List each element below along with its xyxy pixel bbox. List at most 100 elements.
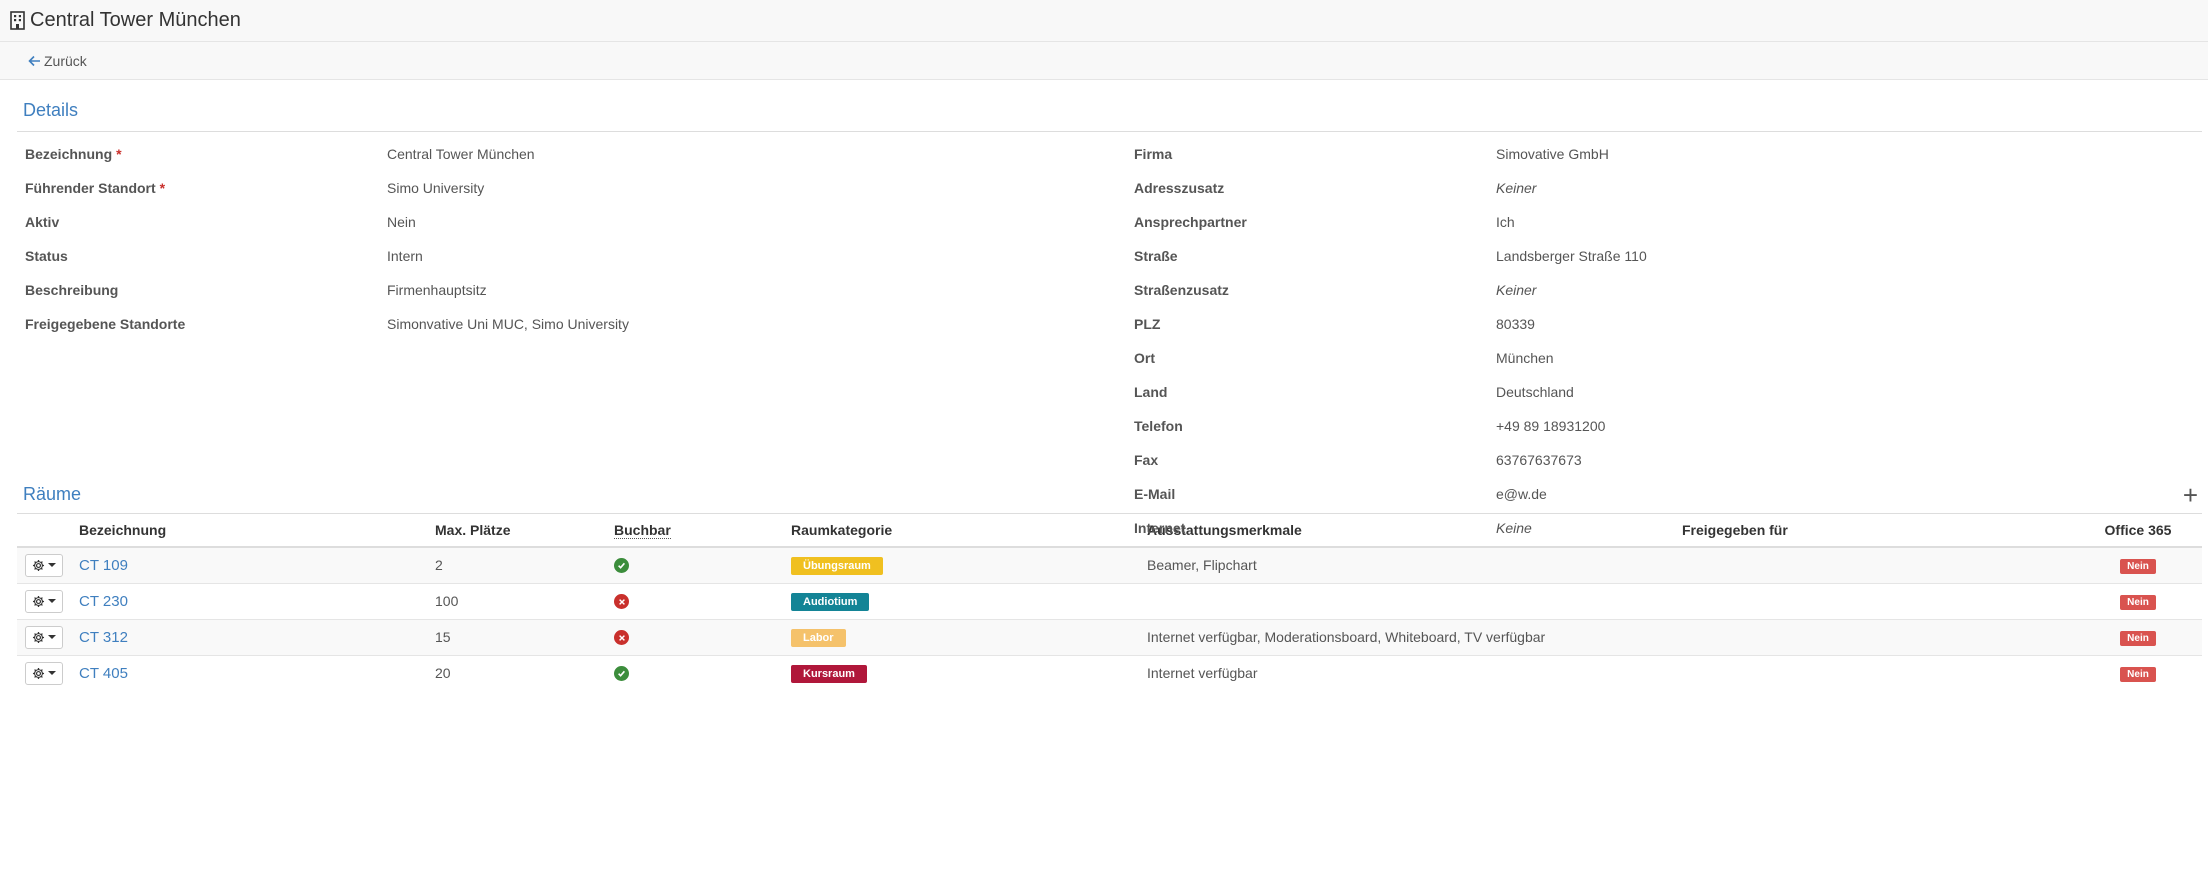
- detail-row: Fax 63767637673: [1134, 443, 2194, 477]
- detail-value: 80339: [1496, 316, 1535, 332]
- chevron-down-icon: [48, 599, 56, 603]
- detail-label-text: Führender Standort: [25, 180, 156, 196]
- detail-row: Adresszusatz Keiner: [1134, 171, 2194, 205]
- detail-value: Keiner: [1496, 282, 1537, 298]
- gear-icon: [32, 595, 45, 607]
- room-office-cell: Nein: [2074, 654, 2202, 691]
- room-category-cell: Labor: [783, 618, 1139, 655]
- room-name-link[interactable]: CT 312: [79, 629, 128, 646]
- room-category-cell: Kursraum: [783, 654, 1139, 691]
- detail-label: Internet: [1134, 520, 1186, 536]
- details-grid: Bezeichnung * Central Tower München Führend…: [17, 137, 2202, 563]
- room-name-cell: CT 312: [71, 618, 427, 655]
- detail-row: Freigegebene Standorte Simonvative Uni MU…: [25, 307, 1125, 341]
- detail-value: Firmenhauptsitz: [387, 282, 487, 298]
- detail-row: Firma Simovative GmbH: [1134, 137, 2194, 171]
- room-bookable-cell: [606, 582, 783, 619]
- category-badge: Kursraum: [791, 664, 867, 683]
- detail-label-text: Freigegebene Standorte: [25, 316, 186, 332]
- back-button[interactable]: Zurück: [28, 53, 87, 69]
- detail-row: Status Intern: [25, 239, 1125, 273]
- detail-row: Ort München: [1134, 341, 2194, 375]
- room-actions-cell: [17, 654, 71, 691]
- detail-row: Straßenzusatz Keiner: [1134, 273, 2194, 307]
- detail-label: Telefon: [1134, 418, 1183, 434]
- detail-label: E-Mail: [1134, 486, 1176, 502]
- detail-value: Simovative GmbH: [1496, 146, 1609, 162]
- detail-label: PLZ: [1134, 316, 1161, 332]
- detail-row: Beschreibung Firmenhauptsitz: [25, 273, 1125, 307]
- chevron-down-icon: [48, 563, 56, 568]
- room-actions-button[interactable]: [25, 661, 63, 685]
- room-shared-for: [1674, 654, 2074, 691]
- check-circle-icon: [614, 666, 629, 682]
- details-header: Details: [17, 80, 2202, 132]
- room-bookable-cell: [606, 654, 783, 691]
- page-header: Central Tower München: [0, 0, 2208, 42]
- detail-label: Straße: [1134, 248, 1178, 264]
- arrow-left-icon: [28, 55, 40, 66]
- detail-row: Land Deutschland: [1134, 375, 2194, 409]
- page: Central Tower München Zurück Details Bez…: [0, 0, 2208, 870]
- detail-row: Führender Standort * Simo University: [25, 171, 1125, 205]
- detail-label: Fax: [1134, 452, 1159, 468]
- room-name-cell: CT 405: [71, 654, 427, 691]
- details-title: Details: [23, 100, 79, 120]
- detail-label: Land: [1134, 384, 1168, 400]
- required-marker: *: [159, 180, 166, 196]
- details-section: Details Bezeichnung * Central Tower Münche…: [17, 80, 2202, 563]
- detail-value: Ich: [1496, 214, 1515, 230]
- room-name-link[interactable]: CT 230: [79, 593, 128, 610]
- building-icon: [10, 11, 25, 30]
- room-features: Internet verfügbar: [1139, 654, 1674, 691]
- toolbar: Zurück: [0, 42, 2208, 80]
- room-actions-cell: [17, 582, 71, 619]
- room-actions-button[interactable]: [25, 589, 63, 613]
- detail-label: Führender Standort *: [25, 180, 387, 196]
- detail-row: Telefon +49 89 18931200: [1134, 409, 2194, 443]
- rooms-table-body: CT 109 2 Übungsraum Beamer, Flipchart Nein CT…: [17, 546, 2202, 691]
- office-status-badge: Nein: [2120, 631, 2156, 646]
- detail-row: PLZ 80339: [1134, 307, 2194, 341]
- detail-value: 63767637673: [1496, 452, 1582, 468]
- detail-row: Aktiv Nein: [25, 205, 1125, 239]
- detail-label: Bezeichnung *: [25, 146, 387, 162]
- details-left-column: Bezeichnung * Central Tower München Führend…: [25, 137, 1125, 341]
- room-name-cell: CT 230: [71, 582, 427, 619]
- room-actions-button[interactable]: [25, 625, 63, 649]
- room-features: [1139, 582, 1674, 619]
- detail-value: Landsberger Straße 110: [1496, 248, 1647, 264]
- room-name-link[interactable]: CT 405: [79, 665, 128, 682]
- room-seats: 100: [427, 582, 606, 619]
- gear-icon: [32, 667, 45, 679]
- chevron-down-icon: [48, 671, 56, 676]
- room-office-cell: Nein: [2074, 582, 2202, 619]
- room-shared-for: [1674, 618, 2074, 655]
- required-marker: *: [116, 146, 122, 162]
- detail-row: Ansprechpartner Ich: [1134, 205, 2194, 239]
- detail-row: Internet Keine: [1134, 511, 2194, 545]
- detail-value: Keine: [1496, 520, 1532, 536]
- gear-icon: [32, 631, 45, 643]
- room-row: CT 405 20 Kursraum Internet verfügbar Nein: [17, 654, 2202, 691]
- category-badge: Audiotium: [791, 592, 870, 611]
- detail-label: Straßenzusatz: [1134, 282, 1229, 298]
- chevron-down-icon: [48, 635, 56, 639]
- category-badge: Labor: [791, 628, 846, 647]
- detail-label: Ort: [1134, 350, 1155, 366]
- room-bookable-cell: [606, 618, 783, 655]
- detail-label: Status: [25, 248, 387, 264]
- room-office-cell: Nein: [2074, 618, 2202, 655]
- detail-row: Straße Landsberger Straße 110: [1134, 239, 2194, 273]
- room-shared-for: [1674, 582, 2074, 619]
- detail-value: Central Tower München: [387, 146, 535, 162]
- detail-label: Firma: [1134, 146, 1173, 162]
- room-features: Internet verfügbar, Moderationsboard, Wh…: [1139, 618, 1674, 655]
- detail-value: München: [1496, 350, 1554, 366]
- detail-value: Simo University: [387, 180, 485, 196]
- detail-label: Freigegebene Standorte: [25, 316, 387, 332]
- room-seats: 20: [427, 654, 606, 691]
- detail-value: e@w.de: [1496, 486, 1547, 502]
- detail-value: Intern: [387, 248, 423, 264]
- detail-value: Deutschland: [1496, 384, 1574, 400]
